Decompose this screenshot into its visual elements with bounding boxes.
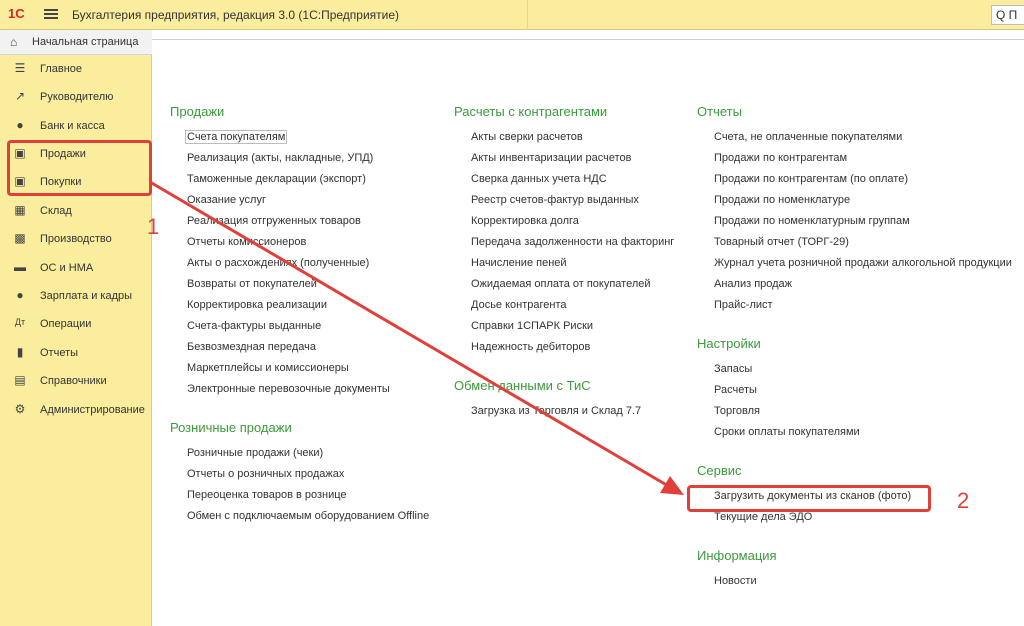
annotation-arrow-head (660, 476, 684, 495)
annotation-arrow-line (149, 180, 671, 489)
annotation-arrow (149, 180, 684, 495)
